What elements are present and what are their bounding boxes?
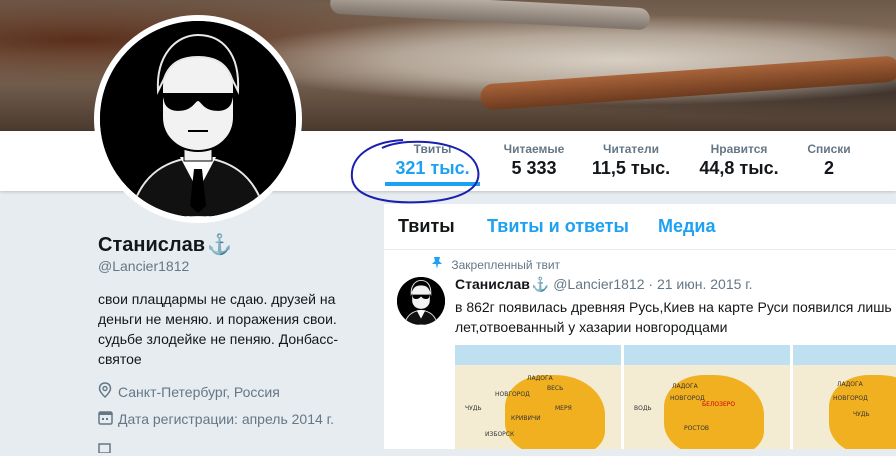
tweet-map-image[interactable]: ЛАДОГА НОВГОРОД БЕЛОЗЕРО ВОДЬ РОСТОВ: [624, 345, 793, 449]
profile-location: Санкт-Петербург, Россия: [98, 382, 280, 401]
tweet-text-line1: в 862г появилась древняя Русь,Киев на ка…: [455, 299, 896, 315]
map-label: НОВГОРОД: [670, 395, 705, 402]
pin-icon: [432, 257, 445, 272]
profile-location-text: Санкт-Петербург, Россия: [118, 383, 280, 400]
tweet-text: в 862г появилась древняя Русь,Киев на ка…: [455, 297, 896, 337]
pinned-label-text: Закрепленный твит: [451, 258, 561, 272]
stat-lists[interactable]: Списки 2: [802, 142, 856, 179]
stat-lists-value: 2: [823, 158, 834, 178]
tab-tweets-replies[interactable]: Твиты и ответы: [487, 216, 629, 237]
map-label: ЛАДОГА: [527, 375, 553, 382]
stat-following-label: Читаемые: [503, 142, 565, 156]
profile-birth-row: [98, 440, 118, 456]
stat-lists-label: Списки: [807, 142, 851, 156]
profile-bio: свои плацдармы не сдаю. друзей на деньги…: [98, 291, 339, 367]
tweet-text-line2: лет,отвоеванный у хазарии новгородцами: [455, 319, 728, 335]
map-label: ЛАДОГА: [672, 383, 698, 390]
tweet-author-handle[interactable]: @Lancier1812: [553, 276, 644, 292]
tweet-map-image[interactable]: НОВГОРОД ЛАДОГА ВЕСЬ ЧУДЬ КРИВИЧИ МЕРЯ И…: [455, 345, 624, 449]
stat-followers[interactable]: Читатели 11,5 тыс.: [588, 142, 674, 179]
tweet-avatar[interactable]: [397, 277, 445, 325]
tweet-author-name[interactable]: Станислав: [455, 276, 530, 292]
timeline-tabs: Твиты Твиты и ответы Медиа: [384, 204, 896, 250]
profile-avatar[interactable]: [94, 15, 302, 223]
map-label: ВЕСЬ: [547, 385, 564, 392]
profile-name[interactable]: Станислав ⚓: [98, 232, 232, 257]
avatar-image: [100, 21, 296, 217]
balloon-icon: [98, 440, 118, 456]
tab-tweets[interactable]: Твиты: [398, 216, 455, 237]
map-label: НОВГОРОД: [495, 391, 530, 398]
tweet-date[interactable]: 21 июн. 2015 г.: [657, 276, 753, 292]
pinned-tweet-label: Закрепленный твит: [432, 257, 560, 272]
map-label: БЕЛОЗЕРО: [702, 401, 736, 408]
tweet-map-image[interactable]: ЛАДОГА НОВГОРОД ЧУДЬ: [793, 345, 896, 449]
stat-likes-value: 44,8 тыс.: [699, 158, 779, 178]
map-label: ИЗБОРСК: [485, 431, 515, 438]
map-label: НОВГОРОД: [833, 395, 868, 402]
tab-media[interactable]: Медиа: [658, 216, 716, 237]
map-label: ЛАДОГА: [837, 381, 863, 388]
tweet-separator: ·: [648, 276, 654, 292]
anchor-icon: ⚓: [531, 276, 550, 292]
stat-likes[interactable]: Нравится 44,8 тыс.: [697, 142, 781, 179]
stat-likes-label: Нравится: [710, 142, 768, 156]
stat-followers-value: 11,5 тыс.: [591, 158, 671, 178]
anchor-icon: ⚓: [206, 234, 232, 256]
tweet-header: Станислав ⚓ @Lancier1812 · 21 июн. 2015 г…: [455, 276, 753, 293]
profile-joined: Дата регистрации: апрель 2014 г.: [98, 410, 334, 428]
map-label: ВОДЬ: [634, 405, 652, 412]
map-label: ЧУДЬ: [465, 405, 482, 412]
stat-following-value: 5 333: [511, 158, 557, 178]
profile-name-text: Станислав: [98, 234, 205, 256]
stat-followers-label: Читатели: [603, 142, 659, 156]
map-label: ЧУДЬ: [853, 411, 870, 418]
stat-following[interactable]: Читаемые 5 333: [496, 142, 572, 179]
profile-handle[interactable]: @Lancier1812: [98, 258, 189, 274]
profile-joined-text: Дата регистрации: апрель 2014 г.: [118, 411, 334, 427]
location-pin-icon: [98, 382, 118, 401]
map-label: РОСТОВ: [684, 425, 710, 432]
calendar-icon: [98, 410, 118, 428]
timeline: Твиты Твиты и ответы Медиа Закрепленный …: [384, 204, 896, 449]
map-label: МЕРЯ: [555, 405, 572, 412]
annotation-circle: [350, 139, 480, 204]
map-label: КРИВИЧИ: [511, 415, 541, 422]
tweet-media[interactable]: НОВГОРОД ЛАДОГА ВЕСЬ ЧУДЬ КРИВИЧИ МЕРЯ И…: [455, 345, 896, 449]
